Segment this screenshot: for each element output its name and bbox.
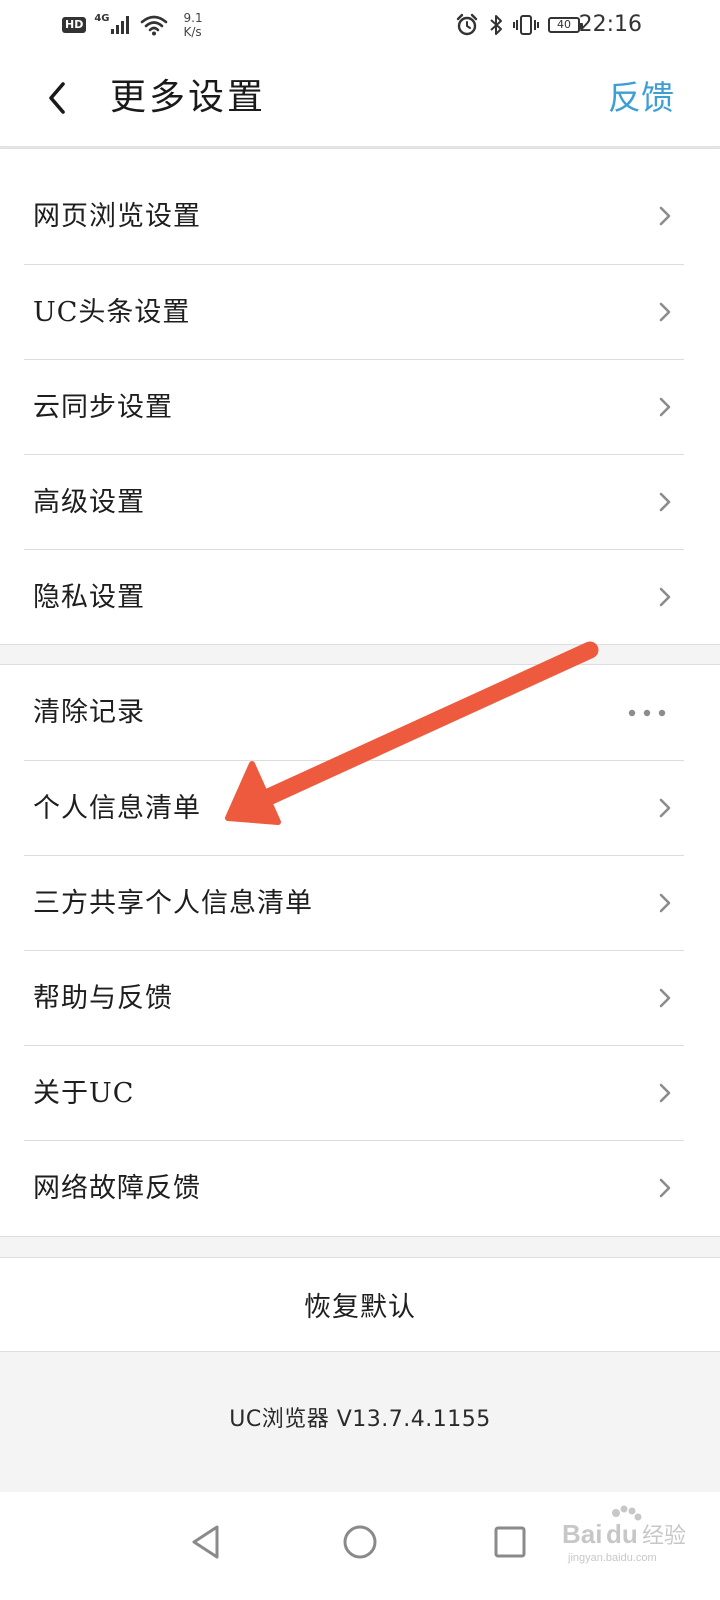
settings-row-uc-headline[interactable]: UC头条设置	[24, 264, 684, 360]
wifi-icon	[140, 15, 167, 36]
settings-row-cloud-sync[interactable]: 云同步设置	[24, 359, 684, 455]
row-label: UC头条设置	[33, 297, 191, 328]
svg-text:Bai: Bai	[562, 1519, 602, 1549]
status-bar: HD 4G 9.1 K/s 40 22:16	[0, 0, 720, 50]
settings-row-about-uc[interactable]: 关于UC	[24, 1045, 684, 1141]
restore-defaults-button[interactable]: 恢复默认	[0, 1258, 720, 1351]
more-dots-icon	[628, 709, 666, 717]
nav-recents-icon	[494, 1526, 526, 1558]
chevron-right-icon	[659, 1083, 671, 1103]
speed-value: 9.1	[183, 11, 203, 25]
settings-row-personal-info-list[interactable]: 个人信息清单	[24, 760, 684, 856]
svg-text:经验: 经验	[642, 1524, 686, 1549]
row-label: 隐私设置	[33, 582, 145, 613]
row-label: 高级设置	[33, 487, 145, 518]
battery-icon: 40	[548, 17, 583, 33]
status-left: HD 4G 9.1 K/s	[62, 9, 203, 41]
nav-recents-button[interactable]	[480, 1512, 540, 1572]
header: 更多设置 反馈	[0, 50, 720, 147]
version-label: UC浏览器 V13.7.4.1155	[229, 1407, 491, 1432]
svg-text:jingyan.baidu.com: jingyan.baidu.com	[567, 1552, 657, 1564]
settings-group-1: 网页浏览设置 UC头条设置 云同步设置 高级设置 隐私设置	[0, 148, 720, 645]
row-label: 三方共享个人信息清单	[33, 888, 313, 919]
back-button[interactable]	[32, 72, 82, 124]
signal-icon	[110, 16, 129, 34]
nav-back-button[interactable]	[176, 1512, 236, 1572]
chevron-right-icon	[659, 302, 671, 322]
battery-level: 40	[557, 18, 571, 31]
chevron-right-icon	[659, 1178, 671, 1198]
status-right: 40	[455, 9, 583, 41]
feedback-link[interactable]: 反馈	[608, 74, 674, 122]
alarm-icon	[456, 13, 478, 36]
settings-row-third-party-info-list[interactable]: 三方共享个人信息清单	[24, 855, 684, 951]
page-title: 更多设置	[110, 77, 267, 118]
chevron-right-icon	[659, 798, 671, 818]
nav-home-icon	[343, 1525, 377, 1559]
row-label: 个人信息清单	[33, 793, 201, 824]
network-type: 4G	[94, 12, 110, 24]
restore-group: 恢复默认	[0, 1257, 720, 1352]
row-label: 关于UC	[33, 1078, 135, 1109]
chevron-right-icon	[659, 587, 671, 607]
chevron-right-icon	[659, 492, 671, 512]
settings-group-2: 清除记录 个人信息清单 三方共享个人信息清单 帮助与反馈 关于UC 网络故障反馈	[0, 664, 720, 1237]
chevron-right-icon	[659, 988, 671, 1008]
row-label: 帮助与反馈	[33, 983, 173, 1014]
speed-unit: K/s	[183, 25, 202, 39]
svg-text:du: du	[606, 1519, 638, 1549]
settings-row-web-browsing[interactable]: 网页浏览设置	[24, 169, 684, 264]
settings-row-clear-records[interactable]: 清除记录	[24, 665, 684, 760]
settings-row-privacy[interactable]: 隐私设置	[24, 549, 684, 645]
vibrate-icon	[513, 15, 539, 35]
network-speed: 9.1 K/s	[184, 11, 203, 39]
settings-row-help-feedback[interactable]: 帮助与反馈	[24, 950, 684, 1046]
baidu-jingyan-watermark: Bai du 经验 jingyan.baidu.com	[562, 1505, 686, 1564]
nav-back-icon	[192, 1525, 219, 1559]
settings-row-network-fault-feedback[interactable]: 网络故障反馈	[24, 1140, 684, 1236]
row-label: 清除记录	[33, 697, 145, 728]
nav-home-button[interactable]	[330, 1512, 390, 1572]
back-chevron-icon	[49, 82, 65, 114]
row-label: 网络故障反馈	[33, 1173, 201, 1204]
hd-badge: HD	[62, 17, 87, 33]
chevron-right-icon	[659, 206, 671, 226]
row-label: 云同步设置	[33, 392, 173, 423]
row-label: 网页浏览设置	[33, 201, 201, 232]
chevron-right-icon	[659, 397, 671, 417]
chevron-right-icon	[659, 893, 671, 913]
bluetooth-icon	[490, 15, 502, 35]
settings-row-advanced[interactable]: 高级设置	[24, 454, 684, 550]
clock: 22:16	[578, 12, 642, 37]
